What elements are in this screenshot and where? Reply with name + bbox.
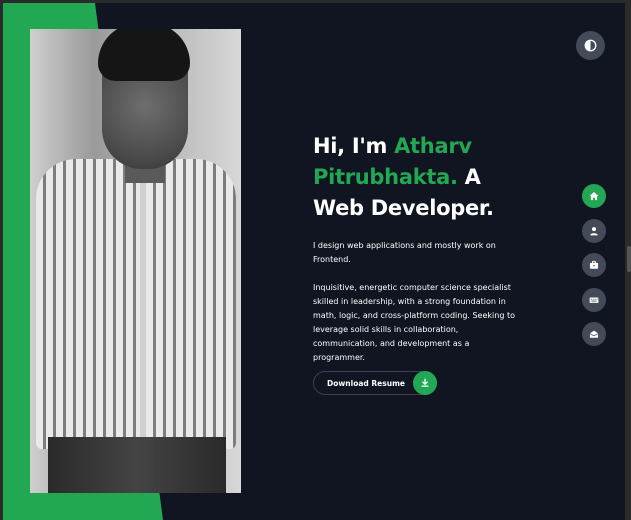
- name-first: Atharv: [394, 134, 472, 158]
- contact-icon: [589, 330, 599, 338]
- home-icon: [589, 191, 599, 201]
- user-icon: [590, 226, 598, 235]
- nav-portfolio[interactable]: [582, 253, 606, 277]
- profile-photo: [30, 29, 241, 493]
- about-text: Inquisitive, energetic computer science …: [313, 283, 515, 362]
- page-frame: Hi, I'm Atharv Pitrubhakta. A Web Develo…: [3, 3, 625, 520]
- briefcase-icon: [589, 260, 599, 269]
- hero-content: Hi, I'm Atharv Pitrubhakta. A Web Develo…: [313, 131, 553, 365]
- download-resume-button[interactable]: Download Resume: [313, 371, 437, 395]
- nav-contact[interactable]: [582, 322, 606, 346]
- name-last: Pitrubhakta.: [313, 165, 458, 189]
- headline-suffix: A: [457, 165, 481, 189]
- download-resume-label: Download Resume: [327, 378, 405, 388]
- nav-home[interactable]: [582, 184, 606, 208]
- contrast-icon: [584, 39, 597, 52]
- nav-about[interactable]: [582, 218, 606, 243]
- theme-toggle-button[interactable]: [576, 31, 605, 60]
- intro-text: I design web applications and mostly wor…: [313, 241, 496, 264]
- role-text: Web Developer.: [313, 196, 494, 220]
- side-nav: [582, 184, 606, 357]
- nav-skills[interactable]: [582, 287, 606, 312]
- download-icon: [413, 371, 437, 395]
- scrollbar-thumb[interactable]: [627, 246, 631, 272]
- keyboard-icon: [589, 297, 599, 303]
- greeting-text: Hi, I'm: [313, 134, 395, 158]
- hero-headline: Hi, I'm Atharv Pitrubhakta. A Web Develo…: [313, 131, 553, 224]
